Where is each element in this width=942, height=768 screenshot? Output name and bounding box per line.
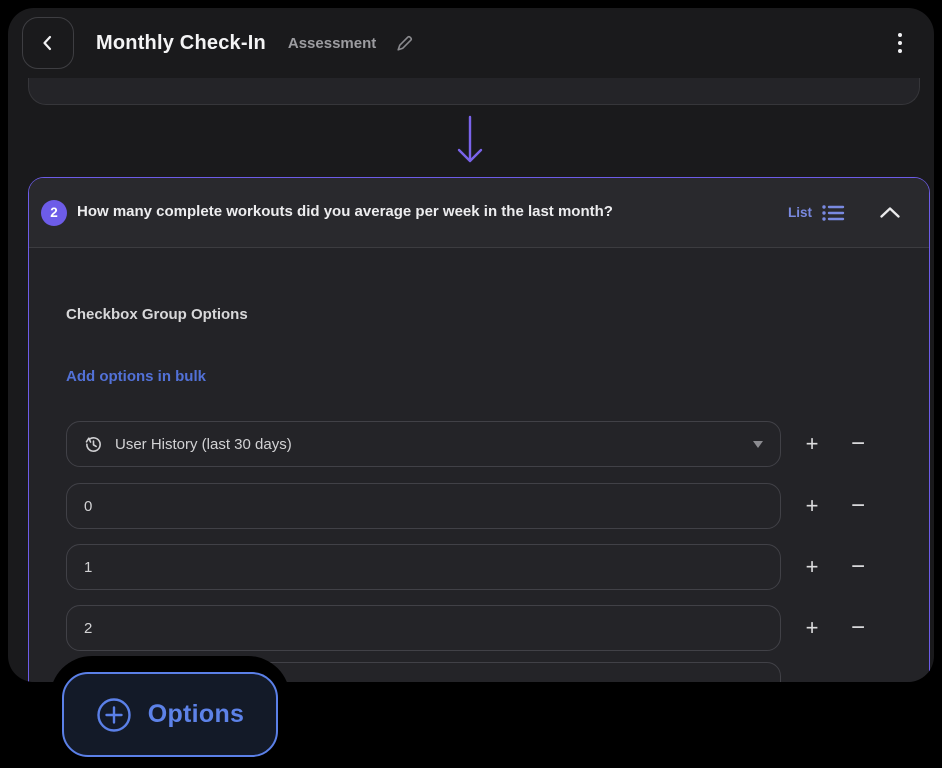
kebab-menu-icon (898, 33, 902, 53)
collapse-card-button[interactable] (875, 202, 905, 223)
question-type-selector[interactable]: List (788, 203, 845, 223)
add-option-button[interactable]: + (795, 421, 829, 467)
options-button-label: Options (147, 700, 245, 728)
chevron-left-icon (38, 33, 58, 53)
add-option-button[interactable]: + (795, 483, 829, 529)
remove-option-button[interactable]: − (841, 605, 875, 651)
history-icon (84, 435, 103, 454)
remove-option-button[interactable]: − (841, 483, 875, 529)
app-window: Monthly Check-In Assessment 2 How many c… (8, 8, 934, 682)
question-card-header: 2 How many complete workouts did you ave… (29, 178, 929, 248)
app-header: Monthly Check-In Assessment (8, 8, 934, 78)
option-value-input[interactable]: 1 (66, 544, 781, 590)
pencil-icon (394, 33, 415, 54)
edit-title-button[interactable] (392, 31, 417, 56)
list-icon (821, 203, 845, 223)
question-type-label: List (787, 205, 812, 220)
option-value-input[interactable]: 0 (66, 483, 781, 529)
remove-option-button[interactable]: − (841, 544, 875, 590)
page-title: Monthly Check-In (96, 31, 266, 54)
question-text: How many complete workouts did you avera… (77, 203, 613, 221)
plus-circle-icon (96, 697, 132, 733)
option-row: 2 + − (66, 605, 875, 651)
options-section-label: Checkbox Group Options (66, 306, 248, 323)
option-source-dropdown[interactable]: User History (last 30 days) (66, 421, 781, 467)
page-subtitle: Assessment (287, 34, 377, 52)
option-value-input[interactable]: 2 (66, 605, 781, 651)
options-button[interactable]: Options (62, 672, 278, 757)
option-row-source: User History (last 30 days) + − (66, 421, 875, 467)
previous-question-card-edge (28, 78, 920, 105)
remove-option-button[interactable]: − (841, 421, 875, 467)
option-row: 0 + − (66, 483, 875, 529)
add-option-button[interactable]: + (795, 605, 829, 651)
more-menu-button[interactable] (892, 27, 908, 59)
chevron-up-icon (879, 206, 901, 219)
add-option-button[interactable]: + (795, 544, 829, 590)
question-card: 2 How many complete workouts did you ave… (28, 177, 930, 682)
add-options-in-bulk-link[interactable]: Add options in bulk (66, 368, 206, 385)
question-number-badge: 2 (41, 199, 67, 226)
back-button[interactable] (22, 17, 74, 69)
option-row: 1 + − (66, 544, 875, 590)
option-source-value: User History (last 30 days) (115, 435, 292, 453)
flow-arrow-down-icon (455, 114, 485, 171)
caret-down-icon (753, 440, 763, 448)
